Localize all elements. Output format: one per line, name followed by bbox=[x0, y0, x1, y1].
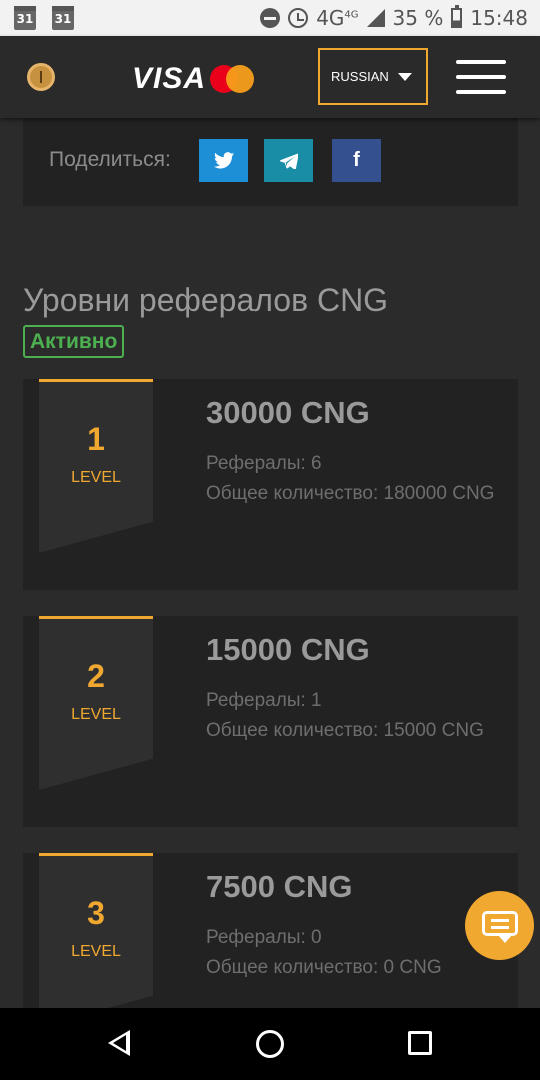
do-not-disturb-icon bbox=[260, 8, 281, 28]
level-card: 1 LEVEL 30000 CNG Рефералы: 6 Общее коли… bbox=[23, 379, 518, 590]
twitter-share-button[interactable] bbox=[199, 139, 248, 182]
visa-logo-text: VISA bbox=[132, 62, 207, 95]
menu-button[interactable] bbox=[456, 60, 506, 94]
battery-percent: 35 % bbox=[392, 6, 444, 30]
home-icon[interactable] bbox=[256, 1030, 284, 1058]
alarm-icon bbox=[288, 8, 309, 28]
language-select[interactable]: RUSSIAN bbox=[318, 48, 428, 105]
telegram-share-button[interactable] bbox=[264, 139, 313, 182]
level-ribbon bbox=[39, 853, 153, 1027]
chevron-down-icon bbox=[398, 73, 412, 81]
level-info: Рефералы: 1 Общее количество: 15000 CNG bbox=[206, 686, 511, 746]
level-number: 1 bbox=[87, 421, 105, 457]
level-number: 2 bbox=[87, 658, 105, 694]
referrals-count: Рефералы: 1 bbox=[206, 690, 322, 711]
facebook-share-button[interactable]: f bbox=[332, 139, 381, 182]
system-nav-bar bbox=[0, 1008, 540, 1080]
total-amount: Общее количество: 15000 CNG bbox=[206, 720, 484, 741]
recent-apps-icon[interactable] bbox=[408, 1031, 432, 1055]
back-icon[interactable] bbox=[108, 1030, 130, 1056]
level-word: LEVEL bbox=[71, 706, 121, 723]
mastercard-icon bbox=[210, 65, 255, 93]
signal-icon bbox=[366, 9, 385, 27]
level-card: 2 LEVEL 15000 CNG Рефералы: 1 Общее коли… bbox=[23, 616, 518, 827]
level-ribbon bbox=[39, 379, 153, 553]
status-bar: 31 31 4G4G 35 % 15:48 bbox=[0, 0, 540, 36]
level-amount: 30000 CNG bbox=[206, 395, 370, 430]
chat-icon bbox=[482, 911, 518, 936]
level-word: LEVEL bbox=[71, 943, 121, 960]
clock: 15:48 bbox=[470, 6, 528, 30]
level-amount: 15000 CNG bbox=[206, 632, 370, 667]
battery-icon bbox=[451, 5, 463, 28]
language-value: RUSSIAN bbox=[331, 69, 389, 84]
visa-mastercard-logo[interactable]: VISA bbox=[132, 62, 255, 96]
status-badge: Активно bbox=[23, 325, 125, 358]
app-header: VISA RUSSIAN bbox=[0, 36, 540, 118]
share-label: Поделиться: bbox=[49, 148, 171, 171]
page-title: Уровни рефералов CNG bbox=[23, 282, 389, 318]
twitter-icon bbox=[213, 152, 234, 169]
chat-button[interactable] bbox=[465, 891, 534, 960]
telegram-icon bbox=[279, 153, 298, 169]
level-amount: 7500 CNG bbox=[206, 869, 353, 904]
calendar-icon: 31 bbox=[52, 6, 74, 30]
facebook-icon: f bbox=[353, 149, 360, 171]
calendar-icon: 31 bbox=[14, 6, 36, 30]
level-info: Рефералы: 6 Общее количество: 180000 CNG bbox=[206, 449, 511, 509]
network-type: 4G4G bbox=[316, 6, 359, 30]
coin-icon[interactable] bbox=[27, 63, 55, 91]
level-number: 3 bbox=[87, 895, 105, 931]
level-ribbon bbox=[39, 616, 153, 790]
total-amount: Общее количество: 0 CNG bbox=[206, 957, 442, 978]
referrals-count: Рефералы: 6 bbox=[206, 453, 322, 474]
total-amount: Общее количество: 180000 CNG bbox=[206, 483, 495, 504]
level-word: LEVEL bbox=[71, 469, 121, 486]
